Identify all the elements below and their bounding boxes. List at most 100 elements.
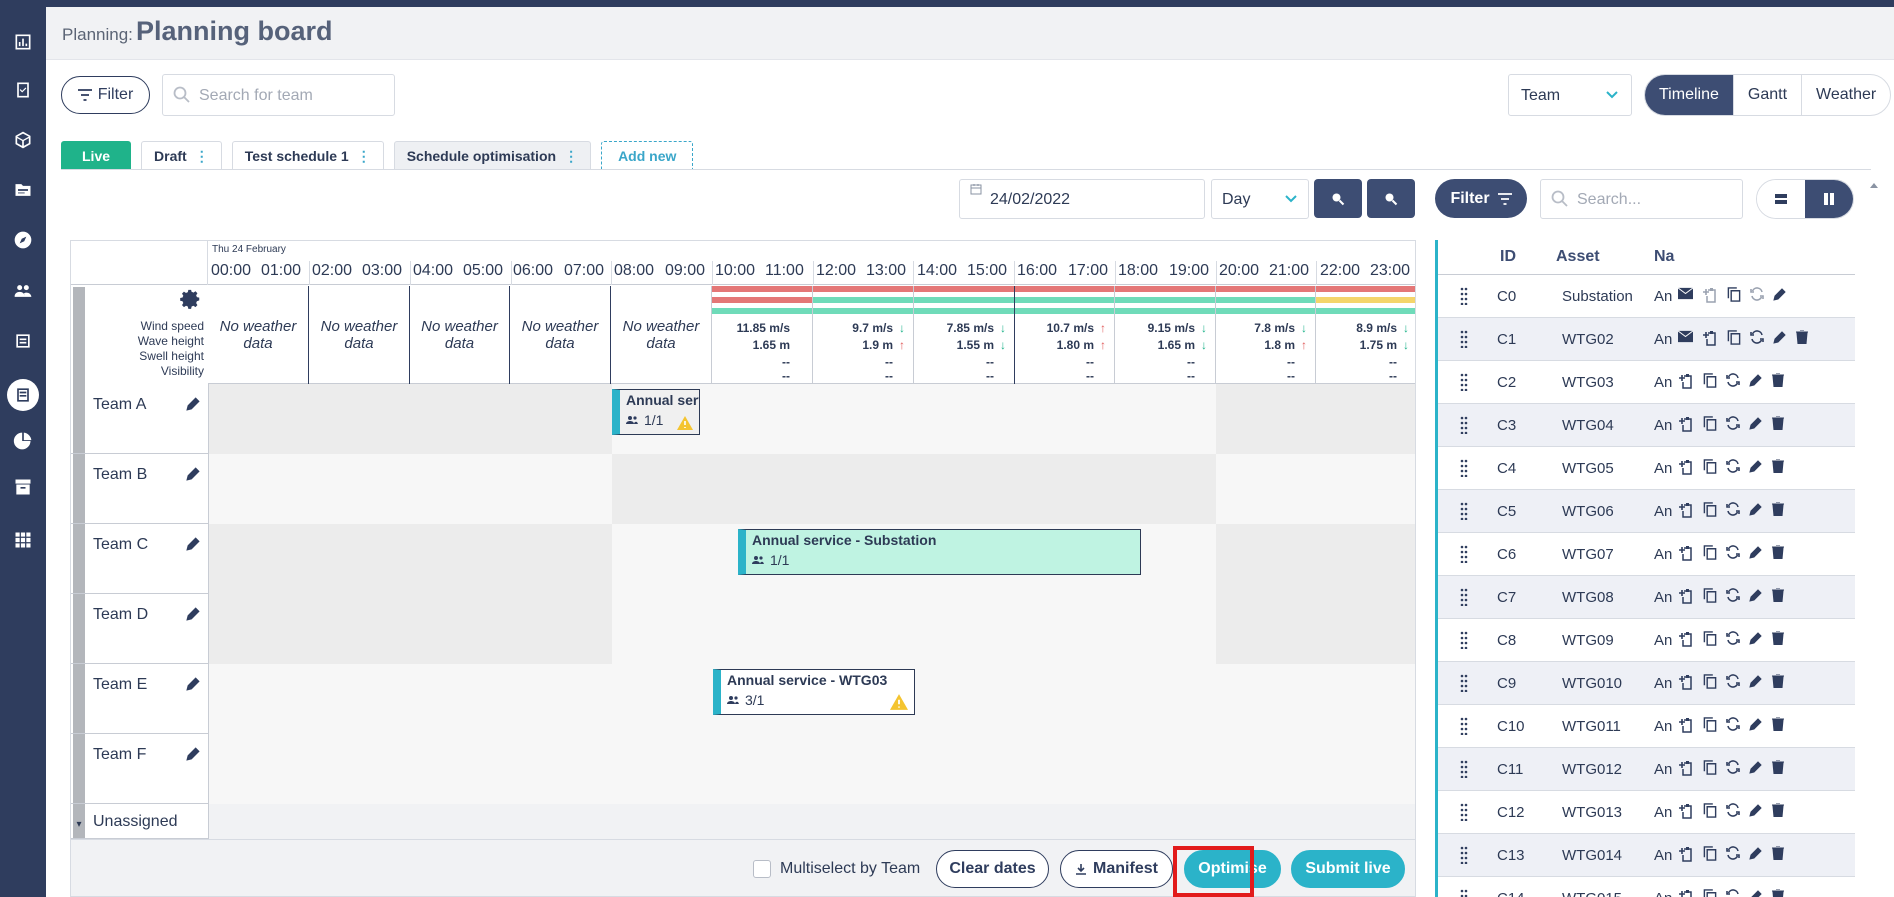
copy-icon[interactable] xyxy=(1703,674,1717,689)
delete-trash-icon[interactable] xyxy=(1796,330,1808,344)
edit-pencil-icon[interactable] xyxy=(1749,416,1763,430)
tasks-icon[interactable] xyxy=(9,76,37,104)
copy-icon[interactable] xyxy=(1727,330,1741,345)
copy-icon[interactable] xyxy=(1703,459,1717,474)
manifest-button[interactable]: Manifest xyxy=(1060,850,1173,888)
add-clipboard-icon[interactable] xyxy=(1702,287,1718,303)
assets-icon[interactable] xyxy=(9,126,37,154)
copy-icon[interactable] xyxy=(1703,760,1717,775)
date-input[interactable]: 24/02/2022 xyxy=(959,179,1205,219)
add-clipboard-icon[interactable] xyxy=(1678,717,1694,733)
sync-icon[interactable] xyxy=(1726,502,1740,516)
edit-pencil-icon[interactable] xyxy=(1749,502,1763,516)
team-lane[interactable]: Annual service - Substation 1/1 xyxy=(208,524,1415,594)
edit-pencil-icon[interactable] xyxy=(186,676,201,691)
email-icon[interactable] xyxy=(1678,330,1693,343)
edit-pencil-icon[interactable] xyxy=(1749,717,1763,731)
panel-filter-button[interactable]: Filter xyxy=(1435,179,1527,218)
drag-handle-icon[interactable] xyxy=(1460,631,1468,649)
tab-gantt[interactable]: Gantt xyxy=(1732,75,1801,115)
drag-handle-icon[interactable] xyxy=(1460,545,1468,563)
edit-pencil-icon[interactable] xyxy=(1749,588,1763,602)
delete-trash-icon[interactable] xyxy=(1772,846,1784,860)
table-row[interactable]: C2 WTG03 An xyxy=(1438,361,1855,404)
edit-pencil-icon[interactable] xyxy=(186,466,201,481)
edit-pencil-icon[interactable] xyxy=(1749,760,1763,774)
settings-gear-icon[interactable] xyxy=(180,288,202,310)
add-clipboard-icon[interactable] xyxy=(1678,631,1694,647)
filter-button[interactable]: Filter xyxy=(61,76,150,114)
delete-trash-icon[interactable] xyxy=(1772,416,1784,430)
sync-icon[interactable] xyxy=(1726,889,1740,897)
edit-pencil-icon[interactable] xyxy=(1749,846,1763,860)
tab-timeline[interactable]: Timeline xyxy=(1645,75,1733,115)
team-search-input[interactable]: Search for team xyxy=(162,74,395,116)
copy-icon[interactable] xyxy=(1703,502,1717,517)
dashboard-icon[interactable] xyxy=(9,28,37,56)
delete-trash-icon[interactable] xyxy=(1772,373,1784,387)
add-clipboard-icon[interactable] xyxy=(1678,588,1694,604)
table-row[interactable]: C6 WTG07 An xyxy=(1438,533,1855,576)
email-icon[interactable] xyxy=(1678,287,1693,300)
add-clipboard-icon[interactable] xyxy=(1702,330,1718,346)
table-row[interactable]: C5 WTG06 An xyxy=(1438,490,1855,533)
layout-split-button[interactable] xyxy=(1805,180,1853,218)
table-row[interactable]: C10 WTG011 An xyxy=(1438,705,1855,748)
delete-trash-icon[interactable] xyxy=(1772,889,1784,897)
drag-handle-icon[interactable] xyxy=(1460,416,1468,434)
add-clipboard-icon[interactable] xyxy=(1678,674,1694,690)
table-row[interactable]: C8 WTG09 An xyxy=(1438,619,1855,662)
drag-handle-icon[interactable] xyxy=(1460,588,1468,606)
team-lane[interactable]: Annual service - WTG03 3/1 xyxy=(208,664,1415,734)
copy-icon[interactable] xyxy=(1703,803,1717,818)
more-options-icon[interactable]: ⋮ xyxy=(357,148,371,165)
edit-pencil-icon[interactable] xyxy=(186,606,201,621)
copy-icon[interactable] xyxy=(1703,416,1717,431)
submit-live-button[interactable]: Submit live xyxy=(1291,850,1405,888)
drag-handle-icon[interactable] xyxy=(1460,674,1468,692)
add-clipboard-icon[interactable] xyxy=(1678,459,1694,475)
copy-icon[interactable] xyxy=(1703,588,1717,603)
delete-trash-icon[interactable] xyxy=(1772,459,1784,473)
panel-scrollbar[interactable] xyxy=(1869,179,1879,897)
schedule-tab-schedule-optimisation[interactable]: Schedule optimisation ⋮ xyxy=(393,141,592,170)
more-options-icon[interactable]: ⋮ xyxy=(564,148,578,165)
delete-trash-icon[interactable] xyxy=(1772,502,1784,516)
schedule-tab-test-schedule-1[interactable]: Test schedule 1 ⋮ xyxy=(231,141,384,170)
sync-icon[interactable] xyxy=(1726,459,1740,473)
task-card[interactable]: Annual service - WTG02 1/1 xyxy=(612,389,700,435)
copy-icon[interactable] xyxy=(1727,287,1741,302)
edit-pencil-icon[interactable] xyxy=(1749,803,1763,817)
range-select[interactable]: Day xyxy=(1211,179,1309,219)
schedule-tab-live[interactable]: Live xyxy=(61,141,132,170)
sync-icon[interactable] xyxy=(1750,330,1764,344)
delete-trash-icon[interactable] xyxy=(1772,760,1784,774)
drag-handle-icon[interactable] xyxy=(1460,502,1468,520)
add-clipboard-icon[interactable] xyxy=(1678,889,1694,897)
edit-pencil-icon[interactable] xyxy=(1749,631,1763,645)
sync-icon[interactable] xyxy=(1726,760,1740,774)
copy-icon[interactable] xyxy=(1703,631,1717,646)
drag-handle-icon[interactable] xyxy=(1460,846,1468,864)
column-name[interactable]: Na xyxy=(1654,248,1674,266)
panel-search-input[interactable]: Search... xyxy=(1540,179,1743,219)
zoom-in-button[interactable] xyxy=(1367,179,1415,218)
copy-icon[interactable] xyxy=(1703,717,1717,732)
schedule-tab-draft[interactable]: Draft ⋮ xyxy=(141,141,222,170)
table-row[interactable]: C14 WTG015 An xyxy=(1438,877,1855,897)
delete-trash-icon[interactable] xyxy=(1772,545,1784,559)
edit-pencil-icon[interactable] xyxy=(1749,889,1763,897)
drag-handle-icon[interactable] xyxy=(1460,889,1468,897)
delete-trash-icon[interactable] xyxy=(1772,674,1784,688)
team-lane[interactable]: Annual service - WTG02 1/1 xyxy=(208,384,1415,454)
table-row[interactable]: C0 Substation An xyxy=(1438,275,1855,318)
sync-icon[interactable] xyxy=(1726,373,1740,387)
sync-icon[interactable] xyxy=(1726,717,1740,731)
drag-handle-icon[interactable] xyxy=(1460,287,1468,305)
unassigned-lane[interactable] xyxy=(208,804,1415,839)
add-clipboard-icon[interactable] xyxy=(1678,760,1694,776)
table-row[interactable]: C12 WTG013 An xyxy=(1438,791,1855,834)
edit-pencil-icon[interactable] xyxy=(186,536,201,551)
multiselect-checkbox[interactable] xyxy=(753,860,771,878)
delete-trash-icon[interactable] xyxy=(1772,588,1784,602)
